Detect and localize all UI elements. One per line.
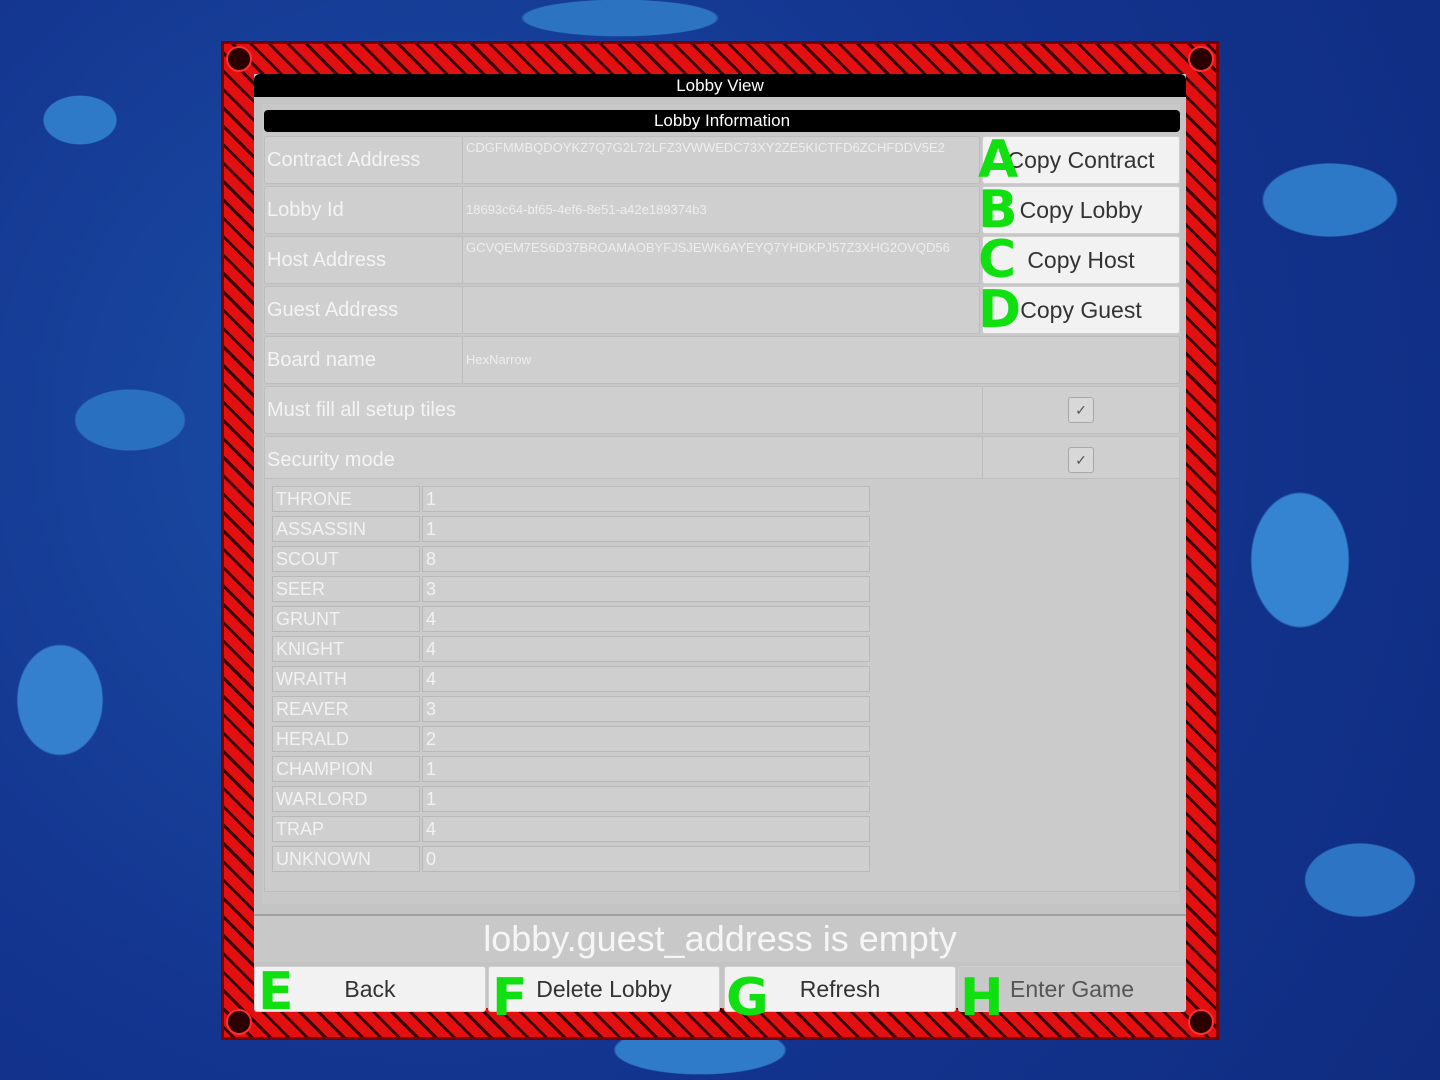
list-item: TRAP 4 [272,816,872,842]
piece-name: KNIGHT [272,636,420,662]
piece-count: 3 [422,696,870,722]
guest-value [462,286,980,334]
guest-row: Guest Address Copy Guest D [264,280,1180,340]
list-item: REAVER 3 [272,696,872,722]
piece-count: 1 [422,756,870,782]
piece-count: 4 [422,606,870,632]
list-item: WRAITH 4 [272,666,872,692]
list-item: CHAMPION 1 [272,756,872,782]
lobby-info-panel: Lobby Information Contract Address CDGFM… [262,104,1180,904]
must-fill-label: Must fill all setup tiles [264,386,983,434]
hotkey-hint-b: B [978,180,1018,240]
security-cell: ✓ [982,436,1180,484]
security-checkbox[interactable]: ✓ [1068,447,1094,473]
piece-count: 0 [422,846,870,872]
list-item: THRONE 1 [272,486,872,512]
must-fill-checkbox[interactable]: ✓ [1068,397,1094,423]
piece-name: ASSASSIN [272,516,420,542]
lobby-id-row: Lobby Id 18693c64-bf65-4ef6-8e51-a42e189… [264,180,1180,240]
piece-name: SCOUT [272,546,420,572]
piece-count: 1 [422,516,870,542]
host-label: Host Address [264,236,463,284]
piece-name: UNKNOWN [272,846,420,872]
panel-title: Lobby Information [264,110,1180,132]
list-item: SEER 3 [272,576,872,602]
guest-label: Guest Address [264,286,463,334]
must-fill-row: Must fill all setup tiles ✓ [264,386,1180,434]
piece-name: THRONE [272,486,420,512]
piece-count: 4 [422,636,870,662]
lobby-window-frame: Lobby View Lobby Information Contract Ad… [221,41,1219,1040]
hotkey-hint-e: E [258,962,294,1022]
piece-name: REAVER [272,696,420,722]
hotkey-hint-d: D [978,280,1022,340]
piece-name: WARLORD [272,786,420,812]
contract-row: Contract Address CDGFMMBQDOYKZ7Q7G2L72LF… [264,130,1180,190]
lobby-window: Lobby View Lobby Information Contract Ad… [254,74,1186,1024]
security-row: Security mode ✓ [264,436,1180,484]
piece-name: WRAITH [272,666,420,692]
board-value: HexNarrow [462,336,1180,384]
list-item: UNKNOWN 0 [272,846,872,872]
piece-count: 4 [422,666,870,692]
lobby-id-label: Lobby Id [264,186,463,234]
list-item: SCOUT 8 [272,546,872,572]
piece-count: 8 [422,546,870,572]
piece-name: HERALD [272,726,420,752]
hotkey-hint-c: C [978,230,1017,290]
contract-label: Contract Address [264,136,463,184]
lobby-id-value: 18693c64-bf65-4ef6-8e51-a42e189374b3 [462,186,980,234]
corner-ornament-icon [226,46,252,72]
list-item: ASSASSIN 1 [272,516,872,542]
list-item: GRUNT 4 [272,606,872,632]
must-fill-cell: ✓ [982,386,1180,434]
host-row: Host Address GCVQEM7ES6D37BROAMAOBYFJSJE… [264,230,1180,290]
piece-name: SEER [272,576,420,602]
list-item: HERALD 2 [272,726,872,752]
window-title: Lobby View [254,74,1186,97]
status-message: lobby.guest_address is empty [254,914,1186,962]
corner-ornament-icon [1188,1009,1214,1035]
piece-name: GRUNT [272,606,420,632]
piece-count: 2 [422,726,870,752]
hotkey-hint-f: F [492,968,528,1028]
hotkey-hint-g: G [726,968,769,1028]
hotkey-hint-h: H [960,968,1004,1028]
hotkey-hint-a: A [978,130,1019,190]
piece-count: 1 [422,486,870,512]
piece-name: CHAMPION [272,756,420,782]
list-item: WARLORD 1 [272,786,872,812]
host-value: GCVQEM7ES6D37BROAMAOBYFJSJEWK6AYEYQ7YHDK… [462,236,980,284]
contract-value: CDGFMMBQDOYKZ7Q7G2L72LFZ3VWWEDC73XY2ZE5K… [462,136,980,184]
board-row: Board name HexNarrow [264,336,1180,384]
board-label: Board name [264,336,463,384]
security-label: Security mode [264,436,983,484]
piece-count: 1 [422,786,870,812]
list-item: KNIGHT 4 [272,636,872,662]
piece-count: 3 [422,576,870,602]
piece-name: TRAP [272,816,420,842]
piece-count: 4 [422,816,870,842]
corner-ornament-icon [1188,46,1214,72]
piece-counts-list: THRONE 1 ASSASSIN 1 SCOUT 8 SEER 3 GRUNT [264,478,1180,892]
corner-ornament-icon [226,1009,252,1035]
